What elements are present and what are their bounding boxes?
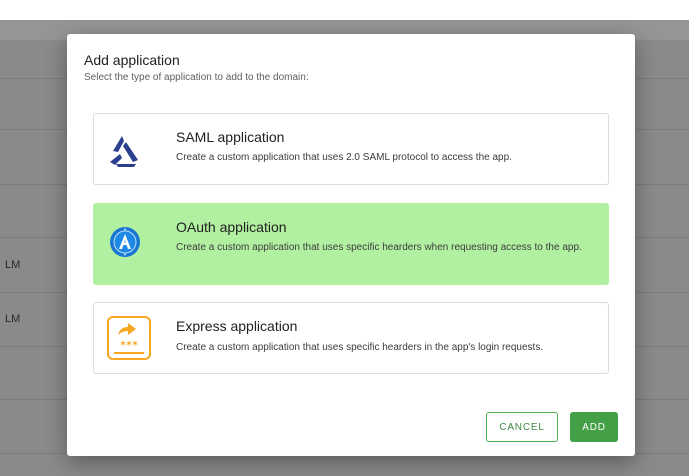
dialog-subtitle: Select the type of application to add to… xyxy=(84,72,309,83)
oauth-application-option[interactable]: OAuth application Create a custom applic… xyxy=(93,203,609,285)
add-button[interactable]: ADD xyxy=(570,412,618,442)
cancel-button[interactable]: CANCEL xyxy=(486,412,558,442)
oauth-option-description: Create a custom application that uses sp… xyxy=(176,242,582,253)
background-realm-label: LM xyxy=(5,313,21,325)
svg-text:***: *** xyxy=(120,340,138,351)
saml-logo-icon xyxy=(110,136,138,167)
express-logo-icon: *** xyxy=(107,316,151,360)
oauth-logo-icon xyxy=(110,227,140,257)
background-realm-label: LM xyxy=(5,259,21,271)
dialog-title: Add application xyxy=(84,52,180,68)
express-option-title: Express application xyxy=(176,318,298,334)
saml-option-description: Create a custom application that uses 2.… xyxy=(176,152,512,163)
oauth-option-title: OAuth application xyxy=(176,219,287,235)
background-top-strip xyxy=(0,0,689,20)
express-option-description: Create a custom application that uses sp… xyxy=(176,342,544,353)
add-application-dialog: Add application Select the type of appli… xyxy=(67,34,635,456)
saml-application-option[interactable]: SAML application Create a custom applica… xyxy=(93,113,609,185)
express-application-option[interactable]: *** Express application Create a custom … xyxy=(93,302,609,374)
saml-option-title: SAML application xyxy=(176,129,285,145)
